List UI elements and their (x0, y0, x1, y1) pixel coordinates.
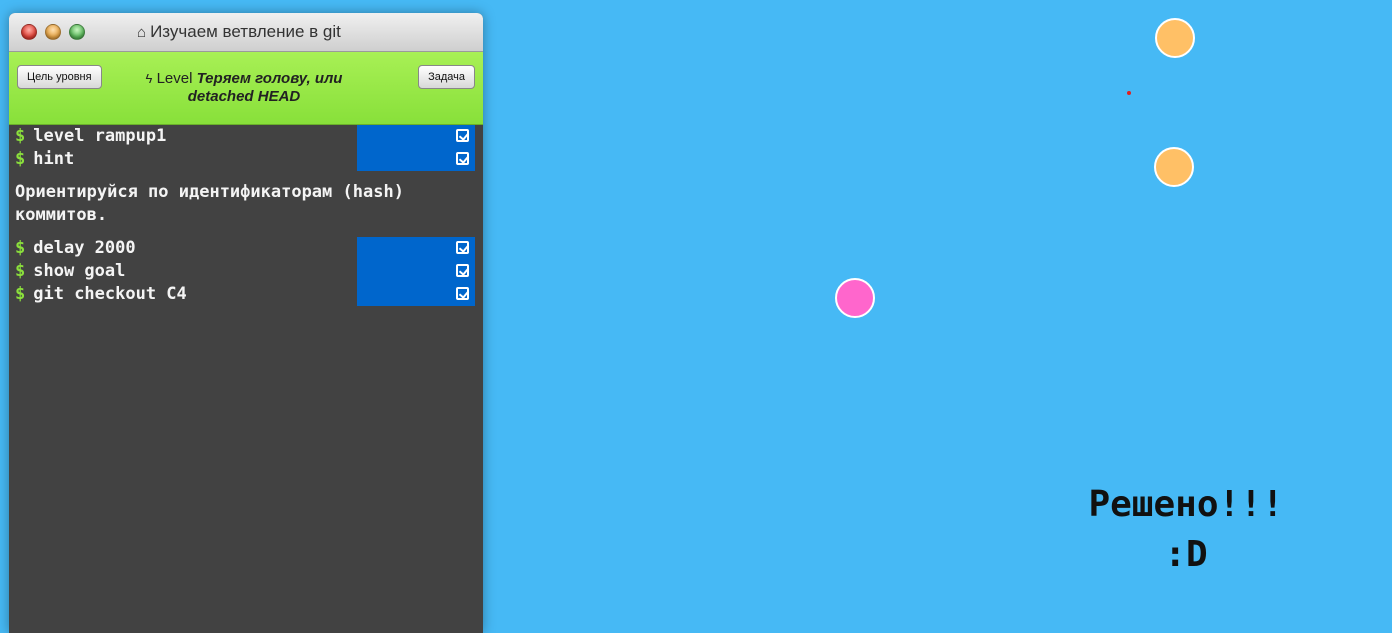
prompt-symbol: $ (15, 261, 26, 281)
command-text: git checkout C4 (33, 284, 187, 304)
smiley-text: :D (1164, 534, 1208, 575)
checkbox-icon (456, 264, 469, 277)
head-marker (1127, 91, 1131, 95)
level-info: ϟ Level Теряем голову, или detached HEAD (129, 70, 359, 106)
task-button[interactable]: Задача (418, 65, 475, 89)
commit-node[interactable] (1154, 147, 1194, 187)
home-icon: ⌂ (137, 24, 147, 41)
command-line: $ git checkout C4 (9, 283, 483, 306)
commit-node[interactable] (835, 278, 875, 318)
level-prefix: Level (156, 70, 193, 87)
solved-text: Решено!!! (1088, 484, 1284, 525)
command-text: hint (33, 149, 75, 169)
command-text: level rampup1 (33, 126, 167, 146)
checkbox-icon (456, 152, 469, 165)
level-name: Теряем голову, или detached HEAD (187, 70, 343, 105)
window-title: ⌂ Изучаем ветвление в git (137, 22, 341, 42)
bolt-icon: ϟ (145, 71, 153, 86)
command-line: $ level rampup1 (9, 125, 483, 148)
checkbox-icon (456, 287, 469, 300)
solved-message: Решено!!! :D (1056, 480, 1316, 580)
window-title-text: Изучаем ветвление в git (150, 22, 341, 41)
terminal: $ level rampup1 $ hint Ориентируйся по иде… (9, 125, 483, 306)
command-group-top: $ level rampup1 $ hint (9, 125, 483, 171)
level-toolbar: Цель уровня ϟ Level Теряем голову, или d… (9, 52, 483, 125)
prompt-symbol: $ (15, 284, 26, 304)
prompt-symbol: $ (15, 126, 26, 146)
prompt-symbol: $ (15, 238, 26, 258)
prompt-symbol: $ (15, 149, 26, 169)
command-window: ⌂ Изучаем ветвление в git Цель уровня ϟ L… (9, 13, 483, 633)
command-text: show goal (33, 261, 126, 281)
command-line: $ delay 2000 (9, 237, 483, 260)
command-group-bottom: $ delay 2000 $ show goal $ git checkout C4 (9, 237, 483, 306)
minimize-button[interactable] (45, 24, 61, 40)
window-titlebar: ⌂ Изучаем ветвление в git (9, 13, 483, 52)
command-line: $ hint (9, 148, 483, 171)
commit-node[interactable] (1155, 18, 1195, 58)
checkbox-icon (456, 129, 469, 142)
command-text: delay 2000 (33, 238, 136, 258)
checkbox-icon (456, 241, 469, 254)
maximize-button[interactable] (69, 24, 85, 40)
close-button[interactable] (21, 24, 37, 40)
level-goal-button[interactable]: Цель уровня (17, 65, 102, 89)
git-visualization: Решено!!! :D (496, 0, 1392, 608)
hint-text: Ориентируйся по идентификаторам (hash) к… (15, 182, 404, 225)
command-line: $ show goal (9, 260, 483, 283)
